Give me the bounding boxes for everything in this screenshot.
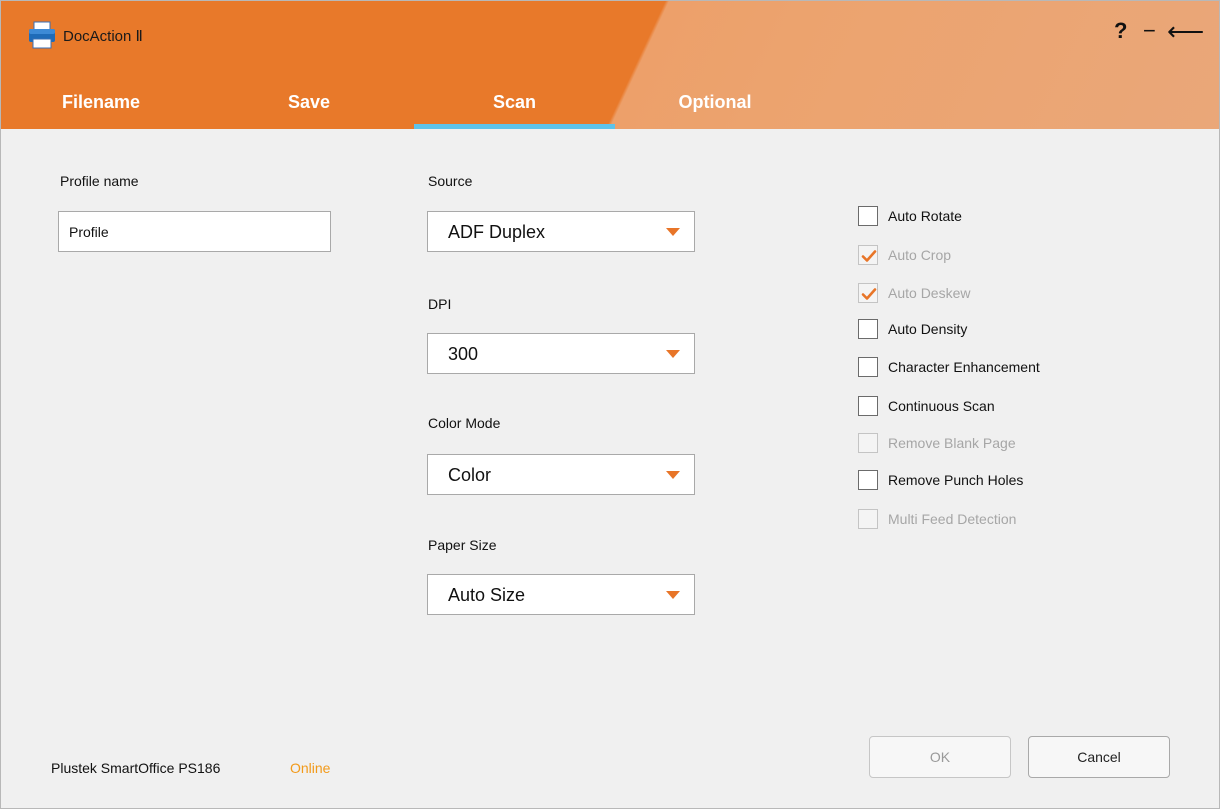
paper-size-value: Auto Size	[448, 585, 526, 605]
minimize-icon[interactable]: −	[1143, 19, 1156, 43]
app-title: DocAction Ⅱ	[63, 28, 143, 45]
dpi-value: 300	[448, 344, 479, 364]
checkbox[interactable]	[858, 206, 878, 226]
profile-name-input[interactable]	[58, 211, 331, 252]
tab-filename[interactable]: Filename	[41, 87, 161, 129]
paper-size-select[interactable]: Auto Size	[427, 574, 695, 615]
checkbox[interactable]	[858, 470, 878, 490]
checkbox[interactable]	[858, 245, 878, 265]
dropdown-arrow-icon	[666, 228, 680, 236]
checkmark-icon	[861, 250, 877, 262]
dropdown-arrow-icon	[666, 471, 680, 479]
cancel-button[interactable]: Cancel	[1028, 736, 1170, 778]
tab-save[interactable]: Save	[249, 87, 369, 129]
docaction-window: DocAction Ⅱ ? − ⟵ Filename Save Scan Opt…	[0, 0, 1220, 809]
dpi-label: DPI	[428, 296, 452, 312]
checkbox[interactable]	[858, 319, 878, 339]
help-icon[interactable]: ?	[1114, 19, 1127, 43]
dropdown-arrow-icon	[666, 591, 680, 599]
checkbox[interactable]	[858, 357, 878, 377]
source-value: ADF Duplex	[448, 222, 546, 242]
title-header: DocAction Ⅱ ? − ⟵ Filename Save Scan Opt…	[1, 1, 1219, 129]
option-label: Auto Crop	[888, 247, 952, 263]
checkmark-icon	[861, 288, 877, 300]
tab-bar: Filename Save Scan Optional	[1, 87, 801, 129]
color-mode-value: Color	[448, 465, 492, 485]
device-status-badge: Online	[290, 760, 331, 776]
profile-name-label: Profile name	[60, 173, 139, 189]
option-label: Multi Feed Detection	[888, 511, 1017, 527]
option-label: Continuous Scan	[888, 398, 995, 414]
checkbox[interactable]	[858, 433, 878, 453]
color-mode-select[interactable]: Color	[427, 454, 695, 495]
color-mode-label: Color Mode	[428, 415, 501, 431]
option-label: Auto Deskew	[888, 285, 971, 301]
tab-scan[interactable]: Scan	[414, 87, 615, 129]
printer-icon	[27, 21, 57, 54]
option-label: Character Enhancement	[888, 359, 1040, 375]
dropdown-arrow-icon	[666, 350, 680, 358]
ok-button[interactable]: OK	[869, 736, 1011, 778]
source-select[interactable]: ADF Duplex	[427, 211, 695, 252]
source-label: Source	[428, 173, 473, 189]
dpi-select[interactable]: 300	[427, 333, 695, 374]
option-label: Remove Punch Holes	[888, 472, 1024, 488]
back-arrow-icon[interactable]: ⟵	[1167, 18, 1204, 44]
checkbox[interactable]	[858, 283, 878, 303]
paper-size-label: Paper Size	[428, 537, 497, 553]
checkbox[interactable]	[858, 509, 878, 529]
checkbox[interactable]	[858, 396, 878, 416]
option-label: Auto Density	[888, 321, 968, 337]
tab-optional[interactable]: Optional	[655, 87, 775, 129]
option-label: Remove Blank Page	[888, 435, 1016, 451]
option-label: Auto Rotate	[888, 208, 962, 224]
device-name: Plustek SmartOffice PS186	[51, 760, 221, 776]
